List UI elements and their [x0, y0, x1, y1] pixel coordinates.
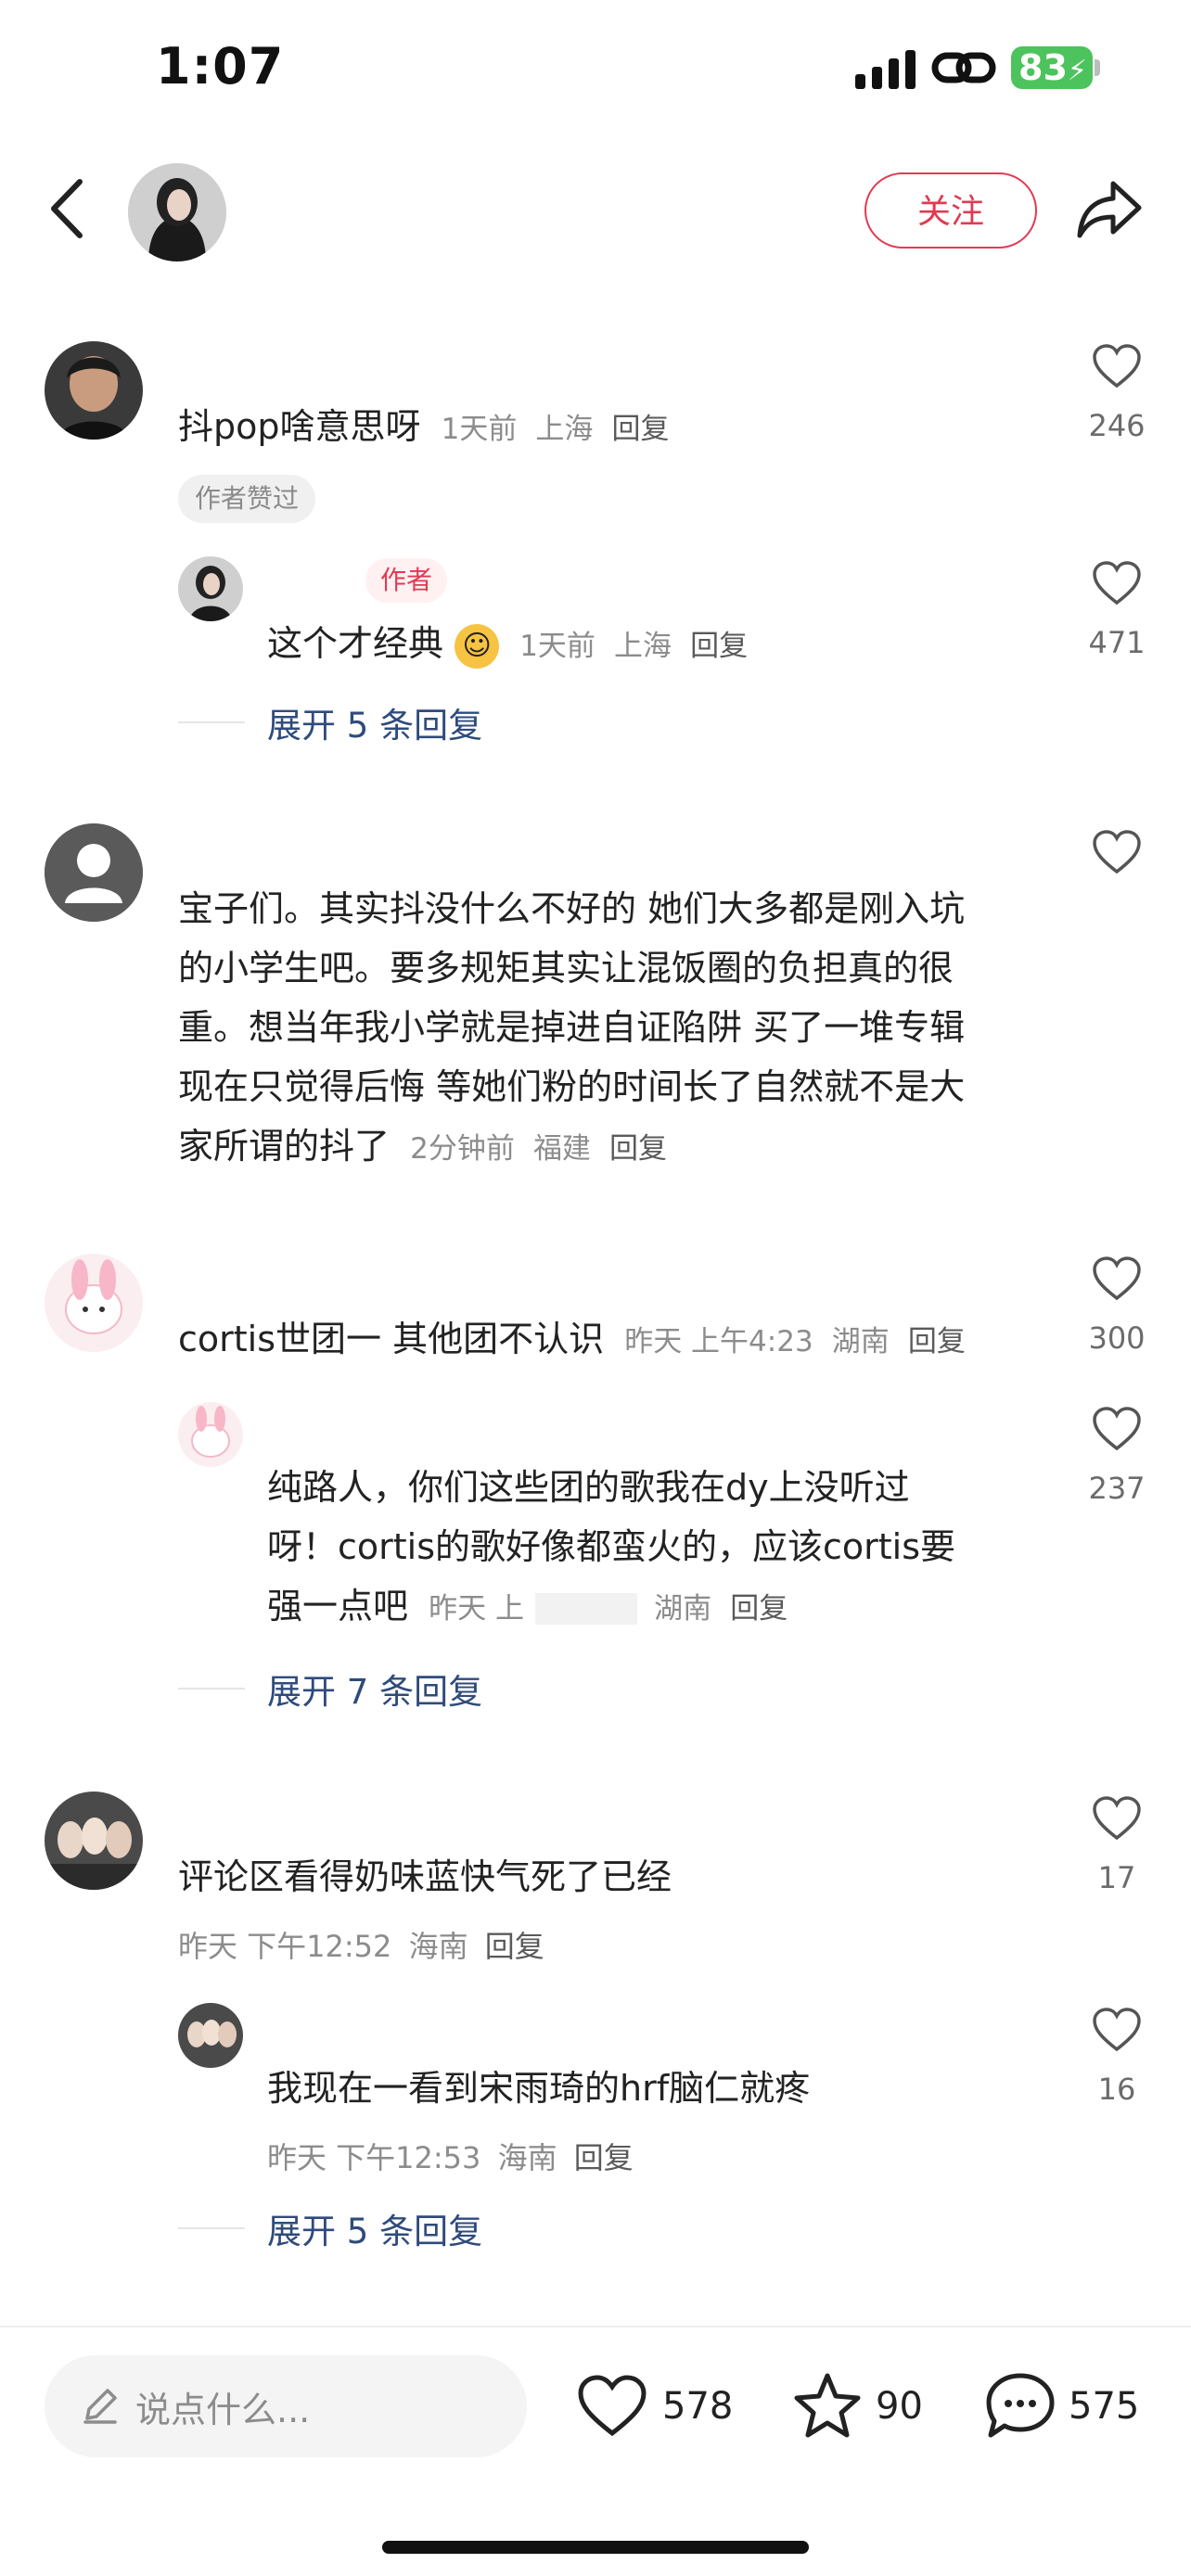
author-tag: 作者 — [365, 558, 448, 603]
reply-time: 昨天 上 — [429, 1592, 524, 1626]
status-time: 1:07 — [156, 37, 285, 96]
comment-line: 的小学生吧。要多规矩其实让混饭圈的负担真的很 — [178, 948, 954, 988]
commenter-avatar[interactable] — [45, 1792, 143, 1890]
comment-line: 宝子们。其实抖没什么不好的 她们大多都是刚入坑 — [178, 888, 966, 929]
reply-link[interactable]: 回复 — [574, 2140, 634, 2175]
charging-icon: ⚡ — [1067, 55, 1087, 87]
comment-time: 1天前 — [441, 413, 518, 446]
bottom-divider — [0, 2326, 1191, 2327]
like-count: 16 — [1097, 2072, 1136, 2107]
star-icon[interactable] — [792, 2372, 863, 2439]
reply-link[interactable]: 回复 — [690, 630, 748, 663]
reply-link[interactable]: 回复 — [485, 1929, 544, 1964]
reply-meta: 昨天 下午12:53 海南 回复 — [267, 2135, 634, 2177]
expand-replies-link[interactable]: 展开 5 条回复 — [267, 697, 482, 747]
like-icon[interactable] — [1091, 343, 1143, 389]
like-total: 578 — [662, 2385, 734, 2428]
reply-line: 呀！cortis的歌好像都蛮火的，应该cortis要 — [267, 1526, 956, 1567]
battery-level: 83 — [1018, 47, 1068, 88]
reply-text: 这个才经典 ☺ 1天前 上海 回复 — [267, 614, 748, 676]
reply-line: 强一点吧 — [267, 1586, 409, 1626]
comment-text: cortis世团一 其他团不认识 昨天 上午4:23 湖南 回复 — [178, 1309, 966, 1371]
reply-avatar[interactable] — [178, 2003, 243, 2068]
comment-body: 评论区看得奶味蓝快气死了已经 — [178, 1856, 672, 1897]
expand-divider — [178, 1688, 245, 1690]
default-avatar[interactable] — [45, 823, 143, 922]
comment-input-placeholder[interactable]: 说点什么... — [135, 2381, 310, 2432]
commenter-avatar[interactable] — [45, 1254, 143, 1352]
like-count: 246 — [1088, 408, 1146, 443]
link-icon — [931, 52, 996, 83]
reply-body: 我现在一看到宋雨琦的hrf脑仁就疼 — [267, 2068, 811, 2109]
expand-divider — [178, 2227, 245, 2229]
reply-link[interactable]: 回复 — [612, 413, 670, 446]
comment-location: 湖南 — [831, 1325, 890, 1358]
reply-location: 湖南 — [654, 1592, 712, 1626]
reply-time: 昨天 下午12:53 — [267, 2140, 481, 2175]
reply-link[interactable]: 回复 — [730, 1592, 788, 1626]
redacted-block — [535, 1592, 638, 1625]
reply-link[interactable]: 回复 — [908, 1325, 966, 1358]
comment-time: 2分钟前 — [410, 1132, 515, 1166]
comment-location: 福建 — [532, 1132, 591, 1166]
like-icon[interactable] — [1091, 1256, 1143, 1302]
pencil-icon — [83, 2389, 117, 2424]
expand-divider — [178, 721, 245, 723]
like-icon[interactable] — [1091, 829, 1143, 875]
like-icon[interactable] — [1091, 1406, 1143, 1452]
like-icon[interactable] — [1091, 1795, 1143, 1842]
comment-line: 重。想当年我小学就是掉进自证陷阱 买了一堆专辑 — [178, 1007, 966, 1048]
reply-avatar[interactable] — [178, 556, 243, 621]
comment-text: 宝子们。其实抖没什么不好的 她们大多都是刚入坑 的小学生吧。要多规矩其实让混饭圈… — [178, 879, 965, 1179]
like-count: 237 — [1088, 1471, 1146, 1506]
expand-replies-link[interactable]: 展开 7 条回复 — [267, 1664, 482, 1714]
like-count: 471 — [1088, 625, 1146, 660]
back-icon[interactable] — [46, 178, 87, 239]
like-icon[interactable] — [1091, 2007, 1143, 2053]
signal-icon — [855, 50, 916, 89]
comment-time: 昨天 下午12:52 — [178, 1929, 392, 1964]
expand-replies-link[interactable]: 展开 5 条回复 — [267, 2203, 482, 2253]
home-indicator[interactable] — [382, 2541, 809, 2554]
reply-location: 上海 — [614, 630, 672, 663]
comment-location: 海南 — [408, 1929, 468, 1964]
comment-total: 575 — [1069, 2385, 1140, 2428]
reply-link[interactable]: 回复 — [609, 1132, 667, 1166]
reply-body: 这个才经典 — [267, 623, 444, 664]
comment-text: 抖pop啥意思呀 1天前 上海 回复 — [178, 397, 670, 459]
follow-button[interactable]: 关注 — [864, 172, 1037, 249]
comment-line: 家所谓的抖了 — [178, 1126, 391, 1167]
like-count: 17 — [1097, 1860, 1136, 1895]
comment-time: 昨天 上午4:23 — [624, 1325, 813, 1358]
reply-line: 纯路人，你们这些团的歌我在dy上没听过 — [267, 1467, 910, 1508]
like-icon[interactable] — [1091, 560, 1143, 606]
reply-text: 纯路人，你们这些团的歌我在dy上没听过 呀！cortis的歌好像都蛮火的，应该c… — [267, 1458, 955, 1639]
battery-cap — [1095, 59, 1100, 76]
reply-avatar[interactable] — [178, 1402, 243, 1467]
reply-location: 海南 — [497, 2140, 557, 2175]
comment-bubble-icon[interactable] — [983, 2370, 1057, 2441]
reply-time: 1天前 — [519, 630, 596, 663]
heart-icon[interactable] — [577, 2374, 647, 2437]
comment-line: 现在只觉得后悔 等她们粉的时间长了自然就不是大 — [178, 1066, 966, 1107]
commenter-avatar[interactable] — [45, 341, 143, 440]
comment-body: cortis世团一 其他团不认识 — [178, 1319, 605, 1359]
star-total: 90 — [876, 2385, 923, 2428]
comment-body: 抖pop啥意思呀 — [178, 406, 421, 447]
comment-location: 上海 — [535, 413, 594, 446]
author-liked-tag: 作者赞过 — [178, 475, 316, 523]
smiley-emoji-icon: ☺ — [455, 623, 500, 669]
comment-meta: 昨天 下午12:52 海南 回复 — [178, 1923, 544, 1966]
like-count: 300 — [1088, 1320, 1146, 1356]
battery-indicator: 83⚡ — [1011, 46, 1093, 89]
share-icon[interactable] — [1076, 176, 1143, 243]
author-avatar[interactable] — [128, 163, 226, 261]
